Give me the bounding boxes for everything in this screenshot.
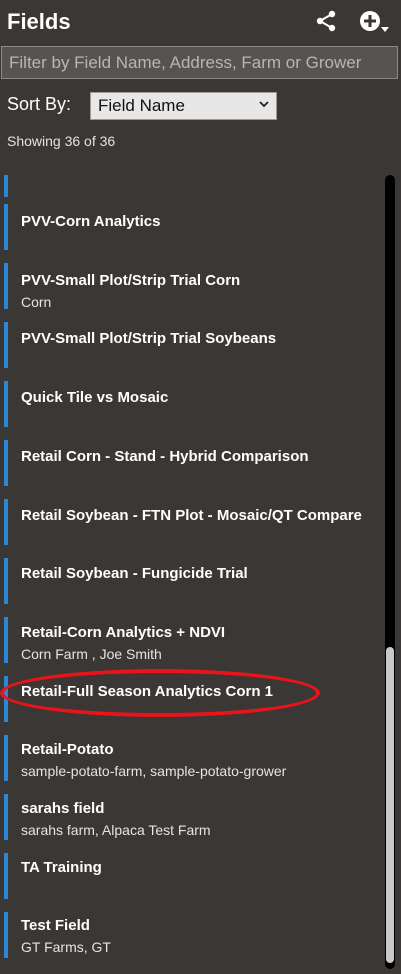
- page-title: Fields: [7, 9, 71, 34]
- list-item[interactable]: [0, 175, 380, 197]
- accent-bar: [4, 912, 8, 958]
- field-name: TA Training: [21, 859, 102, 876]
- field-sub: sample-potato-farm, sample-potato-grower: [21, 763, 287, 779]
- list-item[interactable]: TA Training: [0, 853, 380, 899]
- list-item[interactable]: Retail Soybean - FTN Plot - Mosaic/QT Co…: [0, 499, 380, 545]
- filter-field[interactable]: [1, 46, 398, 79]
- list-item[interactable]: Retail-Potato sample-potato-farm, sample…: [0, 735, 380, 781]
- field-name: PVV-Corn Analytics: [21, 213, 161, 230]
- field-name: Retail-Potato: [21, 741, 114, 758]
- list-item[interactable]: Retail-Full Season Analytics Corn 1: [0, 676, 380, 722]
- list-item[interactable]: Retail-Corn Analytics + NDVI Corn Farm ,…: [0, 617, 380, 663]
- list-item[interactable]: Test Field GT Farms, GT: [0, 912, 380, 958]
- list-item[interactable]: Quick Tile vs Mosaic: [0, 381, 380, 427]
- scrollbar-thumb[interactable]: [386, 647, 394, 963]
- sort-by-label: Sort By:: [7, 94, 72, 114]
- list-item[interactable]: PVV-Small Plot/Strip Trial Corn Corn: [0, 263, 380, 310]
- list-item[interactable]: PVV-Small Plot/Strip Trial Soybeans: [0, 322, 380, 368]
- field-name: Quick Tile vs Mosaic: [21, 389, 169, 406]
- field-sub: Corn Farm , Joe Smith: [21, 646, 162, 662]
- list-item[interactable]: PVV-Corn Analytics: [0, 204, 380, 250]
- accent-bar: [4, 617, 8, 663]
- header: Fields: [0, 0, 401, 44]
- field-name: Retail-Corn Analytics + NDVI: [21, 624, 226, 641]
- accent-bar: [4, 322, 8, 368]
- field-name: PVV-Small Plot/Strip Trial Soybeans: [21, 330, 277, 347]
- field-sub: Corn: [21, 294, 52, 310]
- sort-select[interactable]: Field Name: [90, 92, 277, 120]
- list-item[interactable]: sarahs field sarahs farm, Alpaca Test Fa…: [0, 794, 380, 840]
- sort-selected-value: Field Name: [98, 96, 185, 115]
- accent-bar: [4, 204, 8, 250]
- accent-bar: [4, 499, 8, 545]
- search-input[interactable]: [7, 51, 392, 74]
- field-name: Retail Soybean - Fungicide Trial: [21, 565, 248, 582]
- field-name: Retail Corn - Stand - Hybrid Comparison: [21, 448, 309, 465]
- field-sub: sarahs farm, Alpaca Test Farm: [21, 822, 211, 838]
- field-name: PVV-Small Plot/Strip Trial Corn: [21, 272, 241, 289]
- accent-bar: [4, 381, 8, 427]
- field-list: PVV-Corn Analytics PVV-Small Plot/Strip …: [0, 175, 380, 969]
- accent-bar: [4, 853, 8, 899]
- share-icon[interactable]: [315, 10, 337, 32]
- field-name: Test Field: [21, 917, 90, 934]
- list-item[interactable]: Retail Corn - Stand - Hybrid Comparison: [0, 440, 380, 486]
- chevron-down-icon[interactable]: [381, 27, 389, 33]
- accent-bar: [4, 558, 8, 604]
- field-name: Retail Soybean - FTN Plot - Mosaic/QT Co…: [21, 507, 362, 524]
- add-circle-icon[interactable]: [359, 10, 381, 32]
- list-scrollbar[interactable]: [385, 175, 395, 969]
- chevron-down-icon: [259, 101, 269, 108]
- list-item[interactable]: Retail Soybean - Fungicide Trial: [0, 558, 380, 604]
- accent-bar: [4, 735, 8, 781]
- accent-bar: [4, 175, 8, 197]
- showing-count: Showing 36 of 36: [7, 133, 116, 149]
- field-name: Retail-Full Season Analytics Corn 1: [21, 683, 274, 700]
- field-name: sarahs field: [21, 800, 105, 817]
- accent-bar: [4, 440, 8, 486]
- accent-bar: [4, 263, 8, 309]
- accent-bar: [4, 676, 8, 722]
- accent-bar: [4, 794, 8, 840]
- field-sub: GT Farms, GT: [21, 939, 111, 955]
